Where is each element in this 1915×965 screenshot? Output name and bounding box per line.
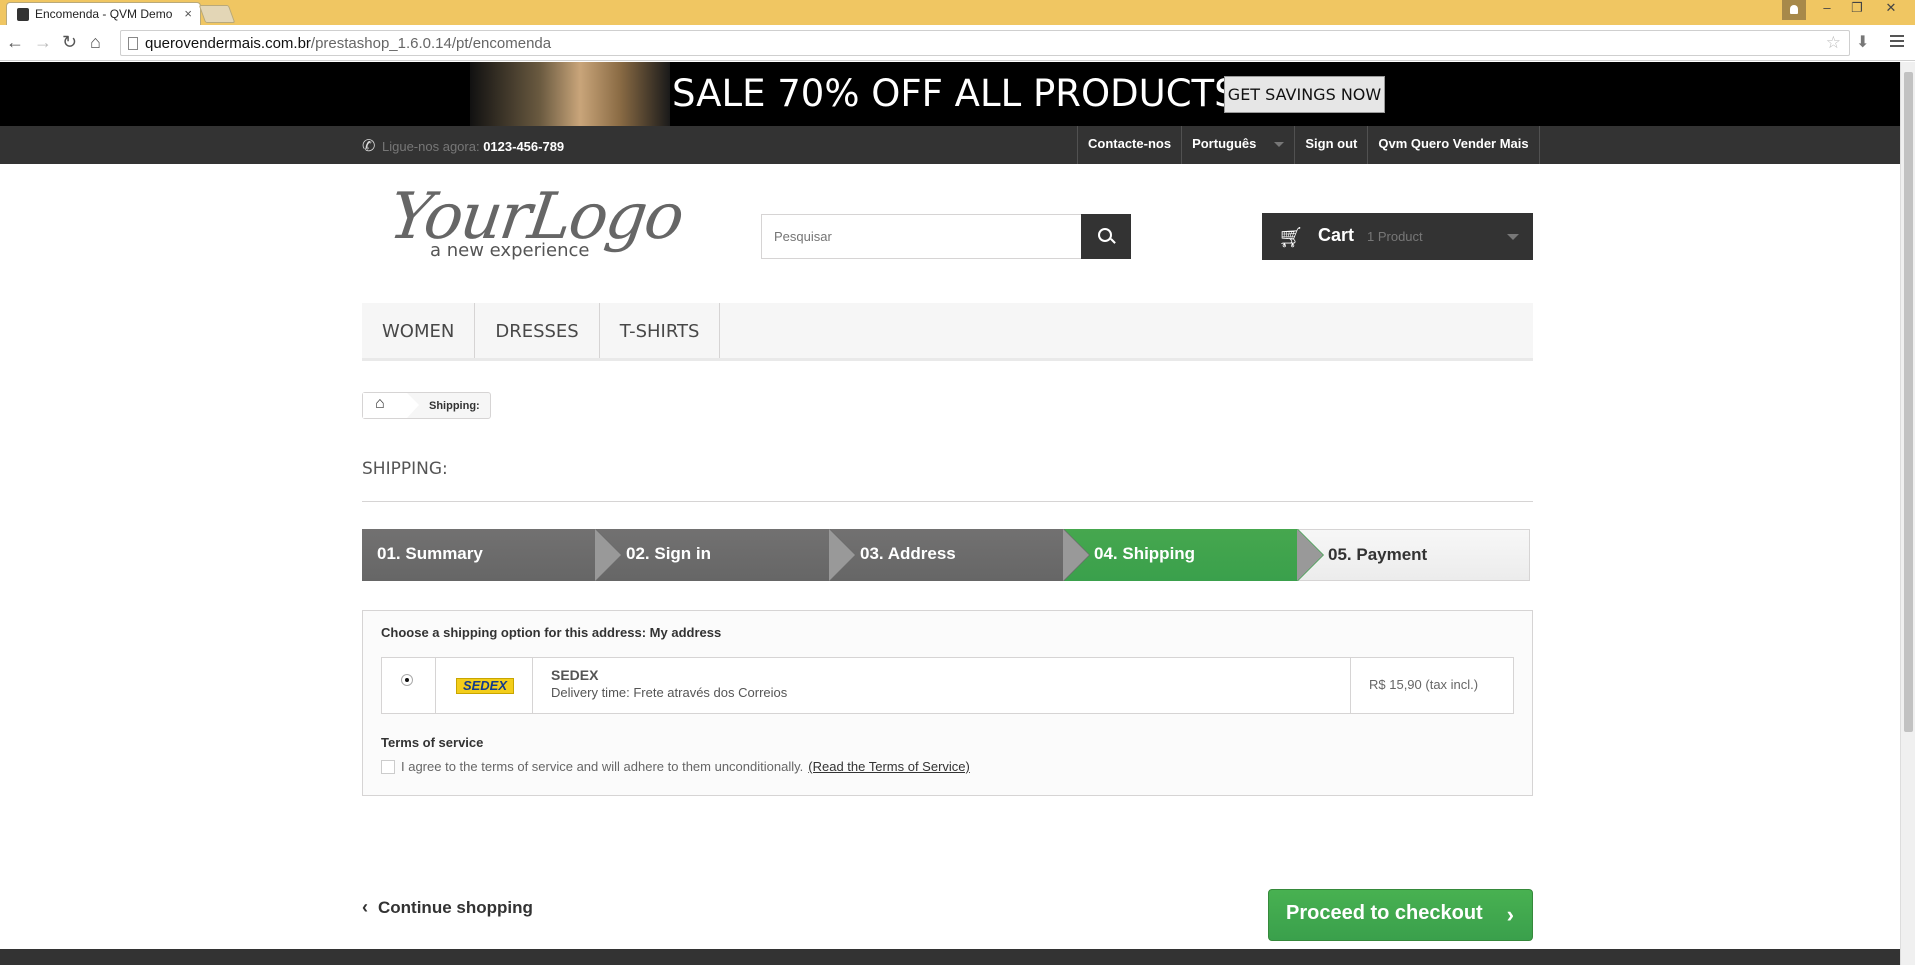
page-content: SALE 70% OFF ALL PRODUCTS GET SAVINGS NO… (0, 62, 1900, 965)
step-label: 03. Address (860, 544, 956, 563)
tos-link[interactable]: (Read the Terms of Service) (808, 759, 970, 774)
step-sign-in[interactable]: 02. Sign in (596, 529, 856, 581)
cart-button[interactable]: 🛒︎ Cart 1 Product (1262, 213, 1533, 260)
breadcrumb: Shipping: (362, 392, 491, 419)
continue-shopping-button[interactable]: ‹ Continue shopping (362, 897, 533, 918)
user-profile-icon[interactable] (1782, 0, 1806, 20)
cart-count: 1 Product (1367, 229, 1423, 244)
home-icon[interactable]: ⌂ (90, 32, 101, 53)
search-form (761, 214, 1131, 259)
url-path: /prestashop_1.6.0.14/pt/encomenda (310, 35, 552, 52)
extension-icon[interactable]: ⬇ (1856, 32, 1869, 52)
page-title: SHIPPING: (362, 459, 1533, 502)
menu-item-dresses[interactable]: DRESSES (475, 303, 600, 358)
top-navigation: ✆ Ligue-nos agora: 0123-456-789 Contacte-… (0, 126, 1900, 164)
step-label: 04. Shipping (1094, 544, 1196, 563)
tab-title: Encomenda - QVM Demo (35, 7, 173, 21)
step-shipping: 04. Shipping (1064, 529, 1324, 581)
browser-menu-icon[interactable] (1890, 32, 1904, 50)
main-menu: WOMEN DRESSES T-SHIRTS (362, 303, 1533, 361)
carrier-name: SEDEX (551, 667, 599, 683)
footer (0, 949, 1900, 965)
forward-icon[interactable]: → (34, 32, 52, 53)
menu-item-tshirts[interactable]: T-SHIRTS (600, 303, 721, 358)
step-arrow (595, 529, 622, 581)
carrier-info: SEDEX Delivery time: Frete através dos C… (533, 658, 1351, 713)
search-input[interactable] (762, 215, 1082, 258)
shipping-options-box: Choose a shipping option for this addres… (362, 610, 1533, 796)
phone-info: ✆ Ligue-nos agora: 0123-456-789 (362, 136, 565, 155)
scrollbar-thumb[interactable] (1904, 72, 1913, 732)
shipping-question: Choose a shipping option for this addres… (381, 625, 722, 640)
reload-icon[interactable]: ↻ (62, 32, 77, 53)
bookmark-star-icon[interactable]: ☆ (1826, 33, 1841, 53)
restore-button[interactable]: ❐ (1842, 0, 1872, 20)
phone-number: 0123-456-789 (483, 139, 565, 154)
carrier-price: R$ 15,90 (tax incl.) (1369, 677, 1479, 692)
step-arrow (829, 529, 856, 581)
browser-titlebar: Encomenda - QVM Demo × – ❐ ✕ (0, 0, 1915, 25)
tos-text: I agree to the terms of service and will… (401, 759, 804, 774)
contact-link[interactable]: Contacte-nos (1077, 126, 1181, 164)
step-label: 02. Sign in (626, 544, 712, 563)
promo-text: SALE 70% OFF ALL PRODUCTS (672, 72, 1238, 115)
cart-icon: 🛒︎ (1278, 227, 1304, 249)
chevron-right-icon: › (1506, 902, 1514, 927)
carrier-radio-cell (382, 658, 436, 713)
top-links: Contacte-nos Português Sign out Qvm Quer… (1077, 126, 1540, 164)
chevron-down-icon (1507, 234, 1519, 240)
carrier-option[interactable]: SEDEX SEDEX Delivery time: Frete através… (381, 657, 1514, 714)
proceed-label: Proceed to checkout (1286, 902, 1483, 924)
cart-label: Cart (1318, 225, 1355, 245)
chevron-down-icon (1274, 142, 1285, 148)
carrier-radio[interactable] (401, 674, 413, 686)
get-savings-button[interactable]: GET SAVINGS NOW (1224, 76, 1385, 113)
site-logo[interactable]: YourLogo a new experience (385, 180, 690, 280)
step-label: 05. Payment (1328, 545, 1428, 564)
address-bar-area: ← → ↻ ⌂ querovendermais.com.br/prestasho… (0, 25, 1915, 61)
language-label: Português (1192, 136, 1257, 151)
step-summary[interactable]: 01. Summary (362, 529, 622, 581)
tab-close-icon[interactable]: × (184, 6, 192, 21)
proceed-to-checkout-button[interactable]: Proceed to checkout › (1268, 889, 1533, 941)
url-host: querovendermais.com.br (145, 35, 311, 52)
phone-label: Ligue-nos agora: (382, 139, 480, 154)
step-arrow (1063, 529, 1090, 581)
browser-tab[interactable]: Encomenda - QVM Demo × (6, 2, 201, 25)
delivery-time: Delivery time: Frete através dos Correio… (551, 685, 788, 700)
sedex-logo: SEDEX (456, 678, 514, 694)
carrier-logo-cell: SEDEX (436, 658, 533, 713)
new-tab-button[interactable] (198, 5, 236, 23)
breadcrumb-home-icon[interactable] (363, 393, 419, 418)
step-arrow (1297, 529, 1324, 581)
step-payment: 05. Payment (1298, 529, 1530, 581)
tos-checkbox[interactable] (381, 759, 395, 774)
url-input[interactable]: querovendermais.com.br/prestashop_1.6.0.… (120, 30, 1850, 56)
phone-icon: ✆ (362, 138, 376, 155)
favicon-icon (17, 8, 29, 21)
logo-tagline: a new experience (430, 240, 590, 261)
tos-row: I agree to the terms of service and will… (381, 759, 970, 774)
breadcrumb-current: Shipping: (429, 399, 480, 412)
step-label: 01. Summary (377, 544, 483, 563)
menu-item-women[interactable]: WOMEN (362, 303, 476, 358)
search-button[interactable] (1081, 214, 1131, 259)
language-selector[interactable]: Português (1181, 126, 1294, 164)
continue-label: Continue shopping (378, 898, 533, 917)
step-address[interactable]: 03. Address (830, 529, 1090, 581)
promo-image (470, 62, 670, 126)
close-window-button[interactable]: ✕ (1872, 0, 1910, 20)
scrollbar[interactable] (1900, 62, 1915, 965)
sign-out-link[interactable]: Sign out (1294, 126, 1367, 164)
page-icon (128, 37, 138, 50)
promo-banner[interactable]: SALE 70% OFF ALL PRODUCTS GET SAVINGS NO… (0, 62, 1900, 126)
account-link[interactable]: Qvm Quero Vender Mais (1367, 126, 1540, 164)
checkout-steps: 01. Summary 02. Sign in 03. Address 04. … (362, 529, 1533, 581)
minimize-button[interactable]: – (1812, 0, 1842, 20)
back-icon[interactable]: ← (6, 32, 24, 53)
chevron-left-icon: ‹ (362, 897, 368, 917)
tos-heading: Terms of service (381, 735, 484, 750)
